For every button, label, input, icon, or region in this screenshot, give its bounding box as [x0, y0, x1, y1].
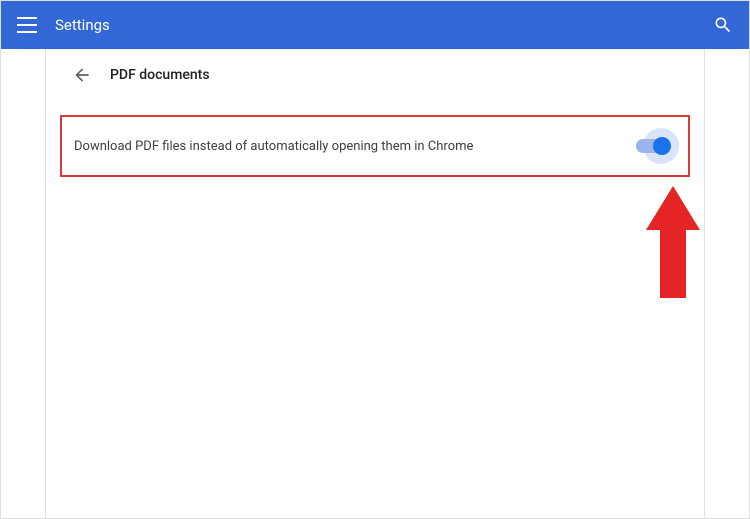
content-frame: PDF documents Download PDF files instead… — [45, 49, 705, 518]
header-title: Settings — [55, 16, 110, 34]
page-heading: PDF documents — [46, 49, 704, 95]
setting-row-download-pdf[interactable]: Download PDF files instead of automatica… — [62, 117, 688, 175]
setting-label: Download PDF files instead of automatica… — [74, 139, 636, 154]
highlight-box: Download PDF files instead of automatica… — [60, 115, 690, 177]
hamburger-menu-icon[interactable] — [17, 15, 37, 35]
download-pdf-toggle[interactable] — [636, 139, 670, 153]
app-header: Settings — [1, 1, 749, 49]
search-icon[interactable] — [713, 15, 733, 35]
page-title: PDF documents — [110, 67, 210, 83]
toggle-thumb — [653, 137, 671, 155]
back-arrow-icon[interactable] — [72, 65, 92, 85]
